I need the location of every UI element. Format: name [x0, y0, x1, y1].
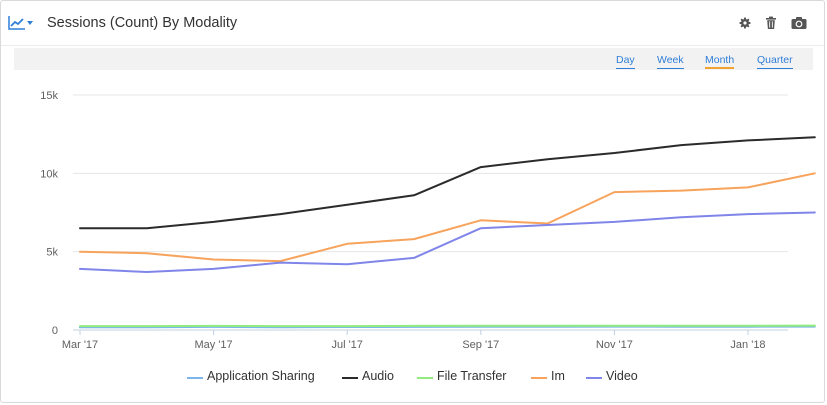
y-tick-label: 5k: [46, 247, 58, 259]
legend-swatch: [187, 377, 203, 379]
y-tick-label: 15k: [40, 90, 58, 102]
series-line-im: [79, 172, 816, 263]
legend-swatch: [417, 377, 433, 379]
x-tick-label: Sep '17: [462, 339, 499, 351]
legend-label: Audio: [362, 369, 394, 383]
legend-label: Im: [551, 369, 565, 383]
legend-label: Application Sharing: [207, 369, 315, 383]
x-tick-label: Mar '17: [62, 339, 98, 351]
chart-legend: Application Sharing Audio File Transfer …: [1, 367, 826, 387]
x-tick-label: Jan '18: [730, 339, 765, 351]
legend-label: File Transfer: [437, 369, 507, 383]
legend-swatch: [531, 377, 547, 379]
legend-label: Video: [606, 369, 638, 383]
series-line-video: [79, 211, 816, 273]
series-line-file-transfer: [79, 324, 816, 328]
legend-swatch: [586, 377, 602, 379]
x-tick-label: Nov '17: [596, 339, 633, 351]
line-chart: 0 5k 10k 15k Mar '17 May '17 Jul '17 Sep '17 Nov…: [40, 90, 816, 351]
series-line-audio: [79, 136, 816, 230]
y-tick-label: 0: [52, 325, 58, 337]
x-tick-label: Jul '17: [331, 339, 362, 351]
legend-swatch: [342, 377, 358, 379]
chart-widget: Sessions (Count) By Modality Day Week Mo…: [0, 0, 825, 403]
y-tick-label: 10k: [40, 168, 58, 180]
x-tick-label: May '17: [195, 339, 233, 351]
